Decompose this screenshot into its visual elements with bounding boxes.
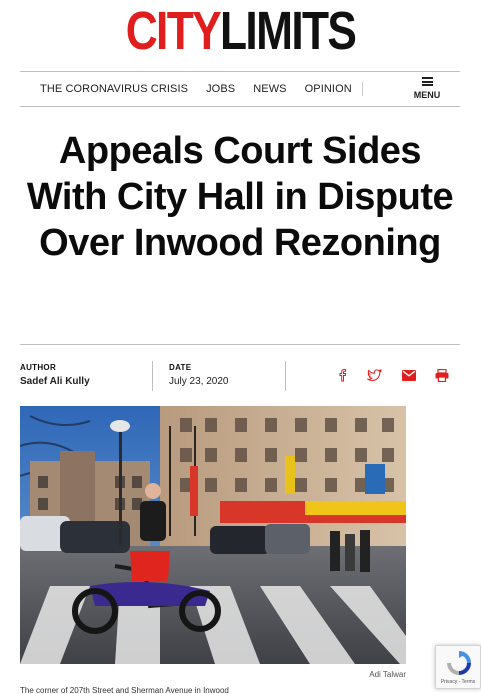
twitter-icon[interactable]: [366, 367, 382, 383]
meta-divider: [152, 361, 153, 391]
menu-button[interactable]: MENU: [412, 77, 442, 100]
date-label: DATE: [169, 363, 192, 372]
nav-item-coronavirus-crisis[interactable]: THE CORONAVIRUS CRISIS: [40, 83, 188, 95]
author-name[interactable]: Sadef Ali Kully: [20, 376, 90, 387]
nav-item-jobs[interactable]: JOBS: [206, 83, 235, 95]
nav-divider: [361, 82, 363, 96]
photo-credit: Adi Talwar: [369, 670, 406, 679]
hamburger-menu-icon: [421, 77, 433, 86]
recaptcha-icon: [447, 651, 471, 675]
article-headline: Appeals Court Sides With City Hall in Di…: [26, 130, 454, 264]
nav-item-news[interactable]: NEWS: [253, 83, 286, 95]
meta-divider: [285, 361, 286, 391]
recaptcha-terms[interactable]: Privacy - Terms: [436, 679, 480, 685]
logo-city-text: CITY: [125, 1, 222, 61]
main-navigation: THE CORONAVIRUS CRISIS JOBS NEWS OPINION…: [20, 71, 460, 107]
email-icon[interactable]: [401, 367, 417, 383]
article-date: July 23, 2020: [169, 376, 229, 387]
logo-limits-text: LIMITS: [220, 1, 357, 61]
menu-label: MENU: [413, 90, 441, 100]
nav-item-opinion[interactable]: OPINION: [305, 83, 352, 95]
recaptcha-badge[interactable]: Privacy - Terms: [435, 645, 481, 689]
facebook-icon[interactable]: [334, 367, 350, 383]
print-icon[interactable]: [434, 367, 450, 383]
author-label: AUTHOR: [20, 363, 57, 372]
site-logo[interactable]: CITYLIMITS: [43, 2, 437, 60]
article-meta: AUTHOR Sadef Ali Kully DATE July 23, 202…: [20, 344, 460, 394]
photo-caption: The corner of 207th Street and Sherman A…: [20, 686, 229, 694]
article-photo: [20, 406, 406, 664]
